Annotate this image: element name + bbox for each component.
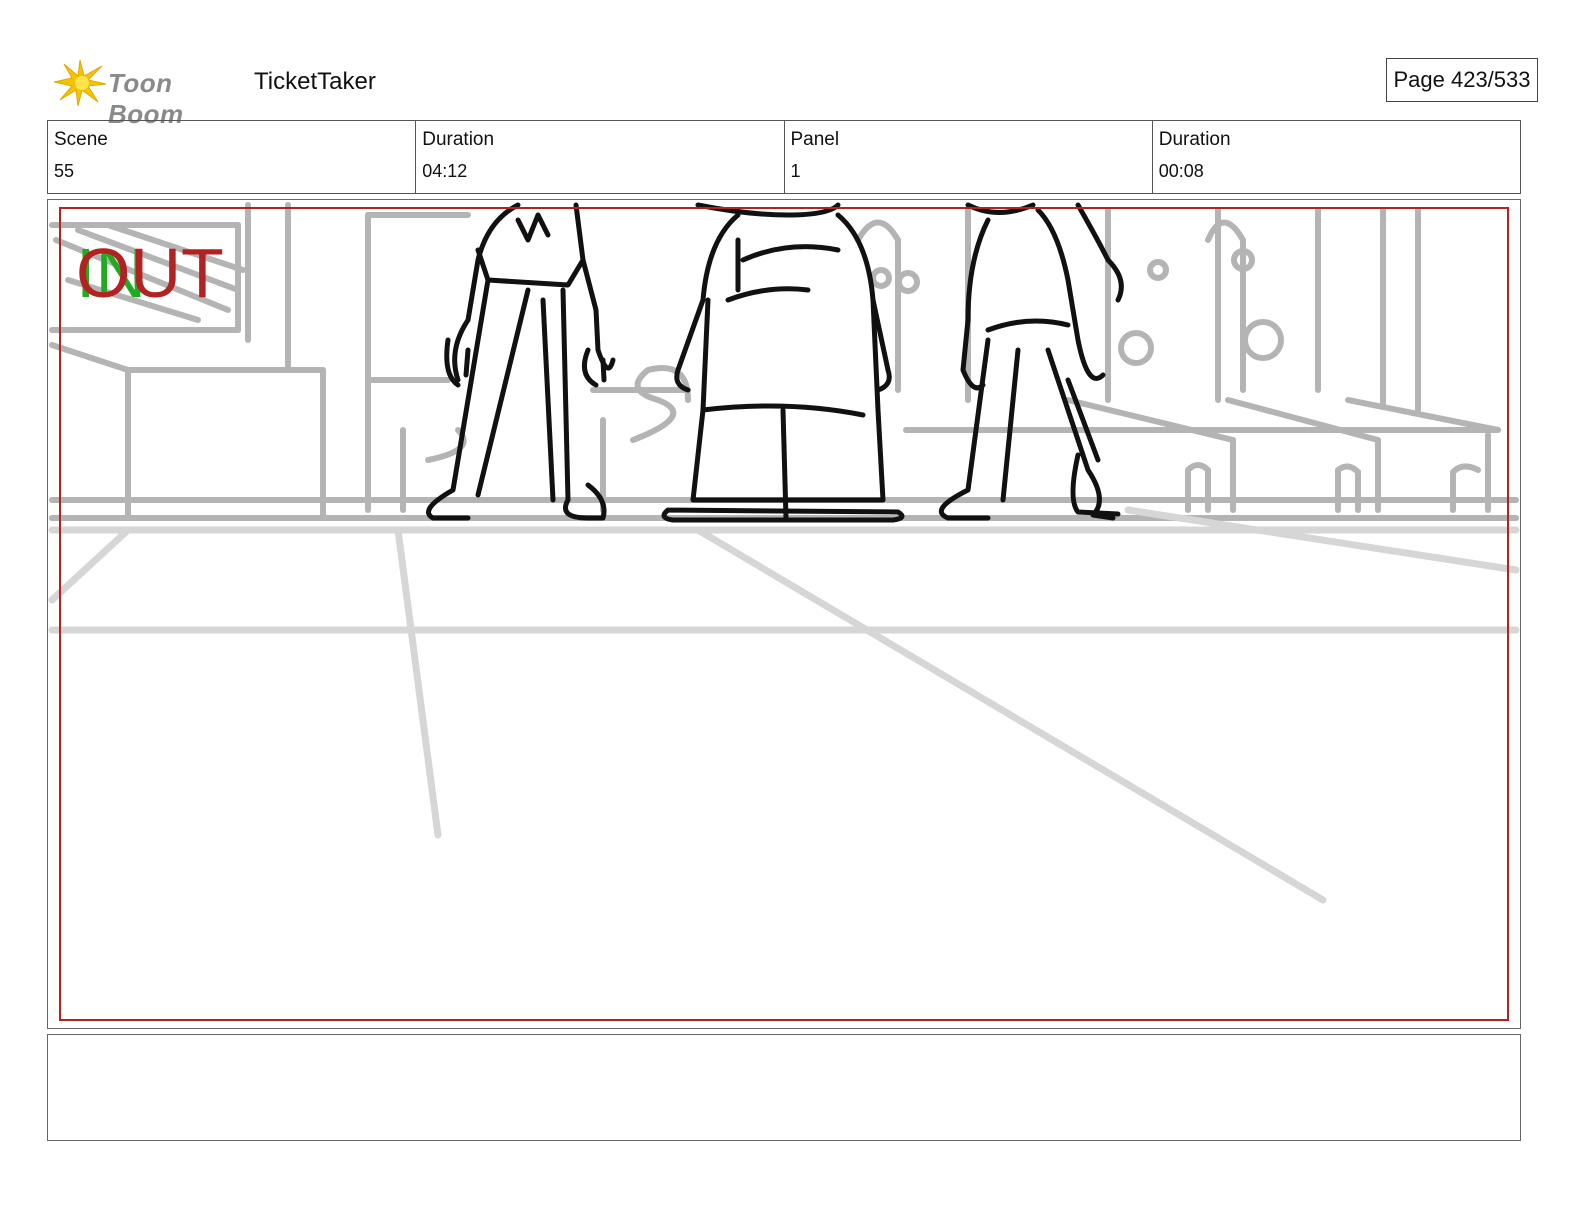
panel-value: 1: [790, 161, 801, 181]
scene-duration-label: Duration: [422, 129, 495, 150]
scene-duration-value: 04:12: [422, 161, 468, 181]
panel-notes: [47, 1034, 1521, 1141]
floor-perspective: [48, 506, 1520, 904]
panel-cell: Panel 1: [785, 121, 1153, 193]
page-indicator: Page 423/533: [1386, 58, 1538, 102]
storyboard-panel: IN OUT: [47, 199, 1521, 1029]
out-marker: OUT: [76, 234, 224, 312]
scene-duration-cell: Duration 04:12: [416, 121, 785, 193]
character-sketch: [426, 202, 1124, 523]
starburst-icon: [53, 59, 107, 107]
panel-duration-label: Duration: [1158, 129, 1231, 150]
panel-duration-cell: Duration 00:08: [1153, 121, 1520, 193]
panel-duration-value: 00:08: [1158, 161, 1204, 181]
safe-frame: [59, 207, 1509, 1021]
page-header: Toon Boom TicketTaker Page 423/533: [48, 52, 1538, 129]
panel-drawing: IN OUT: [48, 202, 1520, 1021]
panel-label: Panel: [790, 129, 840, 150]
scene-label: Scene: [54, 129, 108, 150]
toon-boom-logo: Toon Boom: [52, 56, 242, 129]
scene-value: 55: [54, 161, 75, 181]
scene-cell: Scene 55: [48, 121, 417, 193]
panel-info-table: Scene 55 Duration 04:12 Panel 1 Duration…: [47, 120, 1521, 194]
project-title: TicketTaker: [254, 68, 376, 95]
